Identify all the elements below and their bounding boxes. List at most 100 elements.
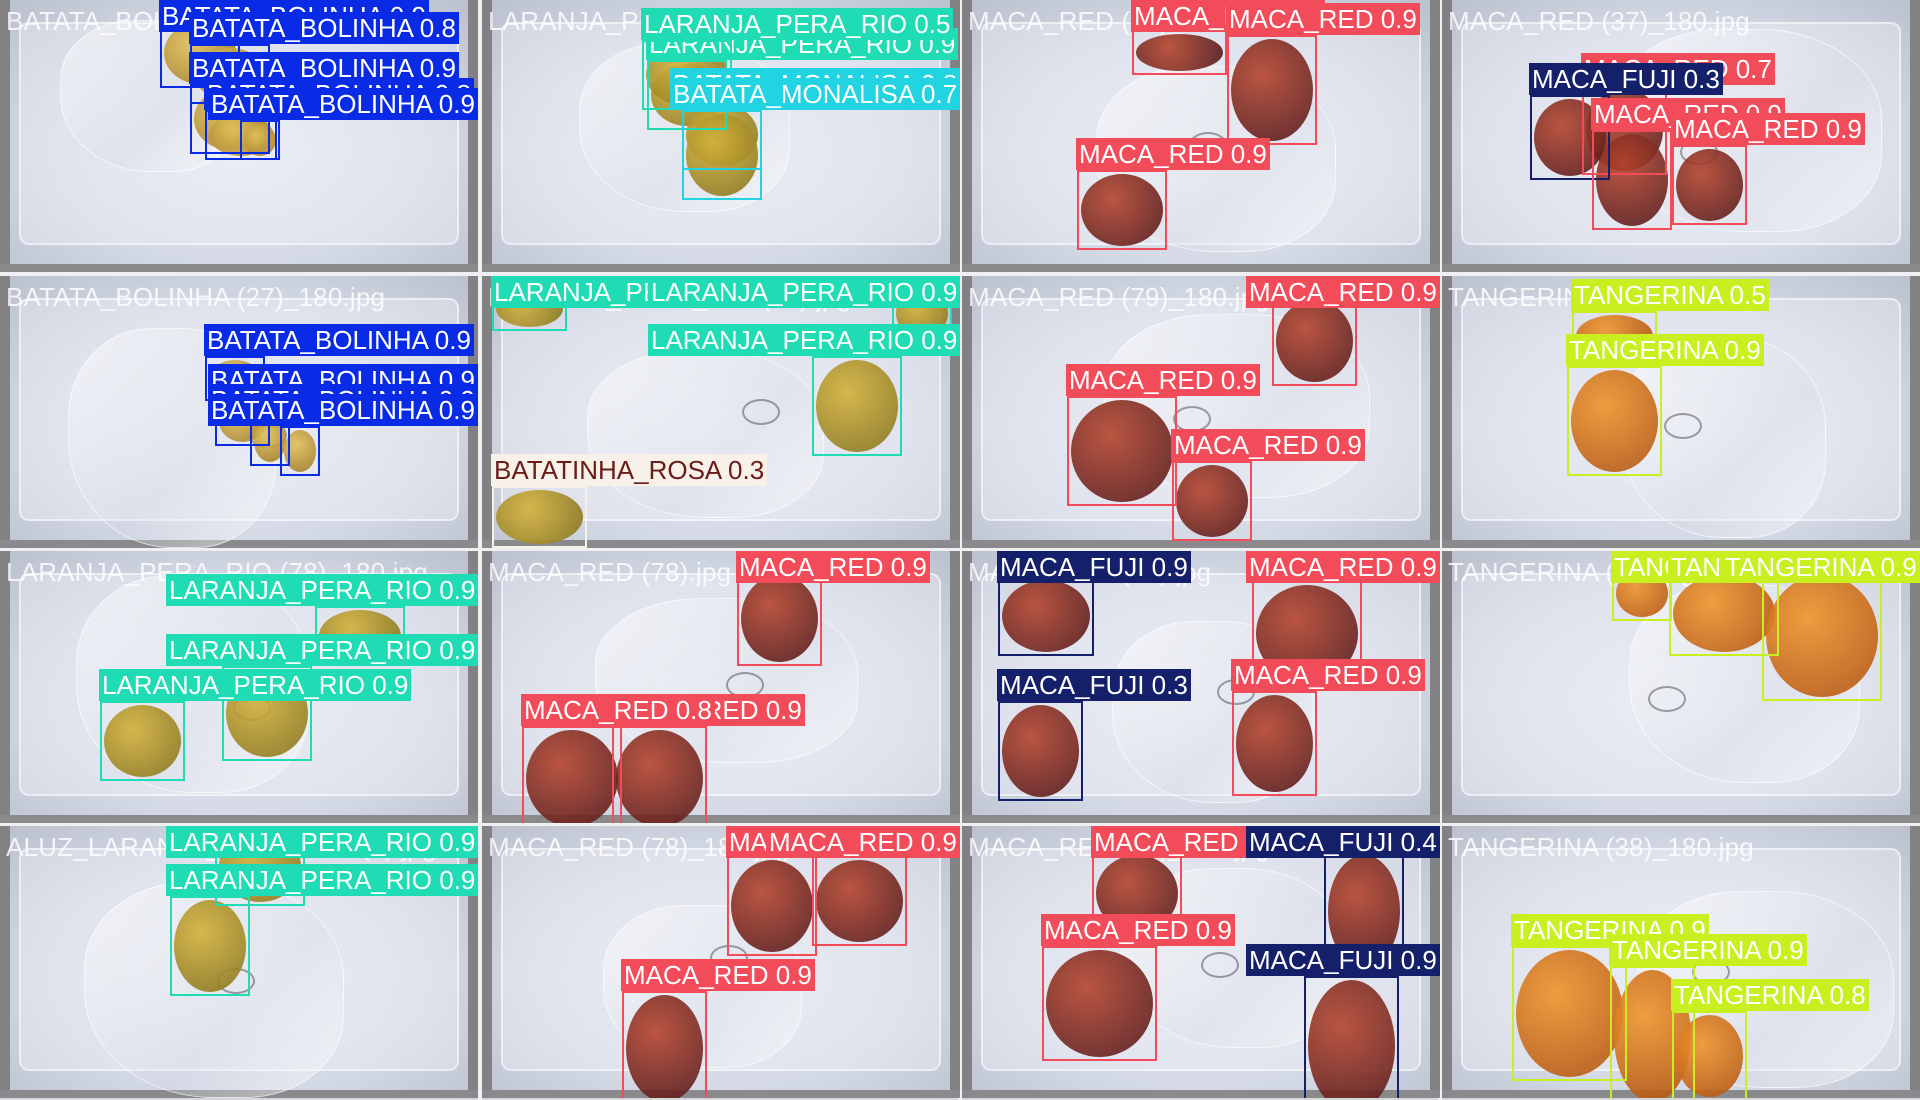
image-filename: BATATA_BOLINHA (27)_180.jpg	[6, 282, 386, 312]
bounding-box	[280, 426, 320, 476]
bounding-box	[1172, 461, 1252, 541]
detection-label: MACA_RED 0.9	[1246, 551, 1440, 583]
tray-rim	[1442, 276, 1452, 548]
detection-tile: MACA_RED (78)_180.jpg MACA_RED 0.9 MACA_RE…	[482, 826, 960, 1098]
detection-label: LARANJA_PERA_RIO 0.9	[166, 864, 478, 896]
detection-tile: MACA_RED (79)_180.jpg MACA_RED 0.9 MACA_RE…	[962, 276, 1440, 548]
tray-rim	[962, 815, 1440, 823]
plastic-bag	[587, 351, 824, 518]
tray-rim	[1910, 0, 1920, 272]
detection-label: BATATA_BOLINHA 0.9	[208, 394, 478, 426]
detection-text: MACA_RED 0.9	[1044, 915, 1232, 945]
detection-text: MACA_RED 0.9	[1079, 139, 1267, 169]
detection-tile: MACA_RED (80)_180.jpgMACA_RED 0.9MACA_FU…	[962, 826, 1440, 1098]
bounding-box	[998, 576, 1094, 656]
bounding-box	[612, 726, 707, 823]
detection-text: TANGERINA 0.9	[1725, 552, 1917, 582]
tray-rim	[1910, 276, 1920, 548]
bounding-box	[240, 120, 280, 160]
detection-tile: TANGERINA (38).jpgTANGERINA 0.8TANGERINA…	[1442, 551, 1920, 823]
tray-rim	[482, 551, 492, 823]
brand-logo	[1664, 413, 1702, 439]
detection-text: MACA_RED 0.9	[624, 960, 812, 990]
tray-rim	[962, 826, 972, 1098]
detection-label: MACA_FUJI 0.3	[1529, 63, 1723, 95]
detection-tile: LARANJA_PERA_RIO (78)_180.jpg LARANJA_PER…	[0, 551, 478, 823]
tray-rim	[962, 0, 972, 272]
tray-rim	[1442, 551, 1452, 823]
detection-label: MACA_RED 0.8	[521, 694, 715, 726]
tray-rim	[0, 0, 10, 272]
tray-rim	[1442, 540, 1920, 548]
detection-label: TANGERINA 0.8	[1671, 979, 1869, 1011]
tray-rim	[962, 264, 1440, 272]
brand-logo	[742, 399, 780, 425]
tray-rim	[482, 264, 960, 272]
detection-label: MACA_RED 0.9	[1671, 113, 1865, 145]
detection-text: MACA_RED 0.8	[524, 695, 712, 725]
detection-mosaic: BATATA_BOLINHA (27)_180.jpg BATATA_BOLINH…	[0, 0, 1920, 1100]
detection-tile: MACA_RED (78).jpgMACA_RED 0.9 MACA_RED 0.…	[482, 551, 960, 823]
detection-text: TANGERINA 0.5	[1574, 280, 1766, 310]
detection-label: LARANJA_PERA_RIO 0.9	[166, 634, 478, 666]
tray-rim	[482, 0, 492, 272]
bounding-box	[1272, 296, 1357, 386]
bounding-box	[1077, 170, 1167, 250]
image-filename: MACA_RED (79)_180.jpg	[968, 282, 1270, 312]
tray-rim	[0, 815, 478, 823]
tray-rim	[482, 1090, 960, 1098]
detection-label: LARANJA_PERA_RIO 0.9	[648, 324, 960, 356]
detection-label: MACA_RED 0.9	[1226, 3, 1420, 35]
detection-text: LARANJA_PERA_RIO 0.9	[169, 635, 476, 665]
detection-label: MACA_FUJI 0.9	[997, 551, 1191, 583]
detection-text: MACA_RED 0.9	[1249, 277, 1437, 307]
detection-label: BATATA_BOLINHA 0.9	[208, 88, 478, 120]
detection-text: BATATA_BOLINHA 0.9	[211, 395, 475, 425]
tray-rim	[962, 551, 972, 823]
detection-text: MACA_FUJI 0.3	[1000, 670, 1188, 700]
bounding-box	[682, 110, 762, 200]
bounding-box	[100, 701, 185, 781]
detection-label: MACA_RED 0.9	[621, 959, 815, 991]
tray-rim	[1430, 276, 1440, 548]
tray-rim	[468, 0, 478, 272]
detection-label: TANGERINA 0.9	[1566, 334, 1764, 366]
detection-label: MACA_RED 0.9	[766, 826, 960, 858]
detection-text: MACA_RED 0.9	[739, 552, 927, 582]
bounding-box	[1672, 145, 1747, 225]
detection-label: BATATA_BOLINHA 0.8	[189, 12, 459, 44]
detection-label: MACA_FUJI 0.9	[1246, 944, 1440, 976]
tray-rim	[1442, 0, 1452, 272]
bounding-box	[812, 356, 902, 456]
detection-tile: MACA_RED (36)_180.jpgMACA_RED 0.9MACA_RE…	[962, 0, 1440, 272]
detection-label: MACA_RED 0.9	[1171, 429, 1365, 461]
tray-rim	[1442, 264, 1920, 272]
image-filename: MACA_RED (37)_180.jpg	[1448, 6, 1750, 36]
detection-label: BATATA_MONALISA 0.7	[670, 78, 960, 110]
detection-label: MACA_FUJI 0.3	[997, 669, 1191, 701]
detection-label: LARANJA_PERA_RIO 0.9	[166, 826, 478, 858]
tray-rim	[1430, 0, 1440, 272]
detection-label: MACA_RED 0.9	[1246, 276, 1440, 308]
detection-text: MACA_RED 0.9	[769, 827, 957, 857]
detection-label: MACA_RED 0.9	[1231, 659, 1425, 691]
detection-text: LARANJA_PERA_RIO 0.5	[644, 9, 951, 39]
bounding-box	[1132, 30, 1227, 75]
detection-tile: TANGERINA (38)_180.jpg TANGERINA 0.9 TANGE…	[1442, 826, 1920, 1098]
bounding-box	[727, 856, 817, 956]
tray-rim	[1442, 815, 1920, 823]
detection-label: MACA_RED 0.9	[736, 551, 930, 583]
tray-rim	[962, 540, 1440, 548]
tray-rim	[0, 276, 10, 548]
detection-text: BATATA_BOLINHA 0.9	[211, 89, 475, 119]
detection-text: LARANJA_PERA_RIO 0.9	[102, 670, 409, 700]
bounding-box	[622, 991, 707, 1098]
tray-rim	[950, 826, 960, 1098]
detection-text: LARANJA_PERA_RIO 0.9	[169, 575, 476, 605]
bounding-box	[1227, 35, 1317, 145]
tray-rim	[0, 551, 10, 823]
detection-tile: ALUZ_LARANJA_PERA_RIO (9).jpgLARANJA_PER…	[0, 826, 478, 1098]
detection-text: MACA_RED 0.9	[1249, 552, 1437, 582]
detection-text: MACA_RED 0.9	[1229, 4, 1417, 34]
detection-text: BATATA_BOLINHA 0.8	[192, 13, 456, 43]
